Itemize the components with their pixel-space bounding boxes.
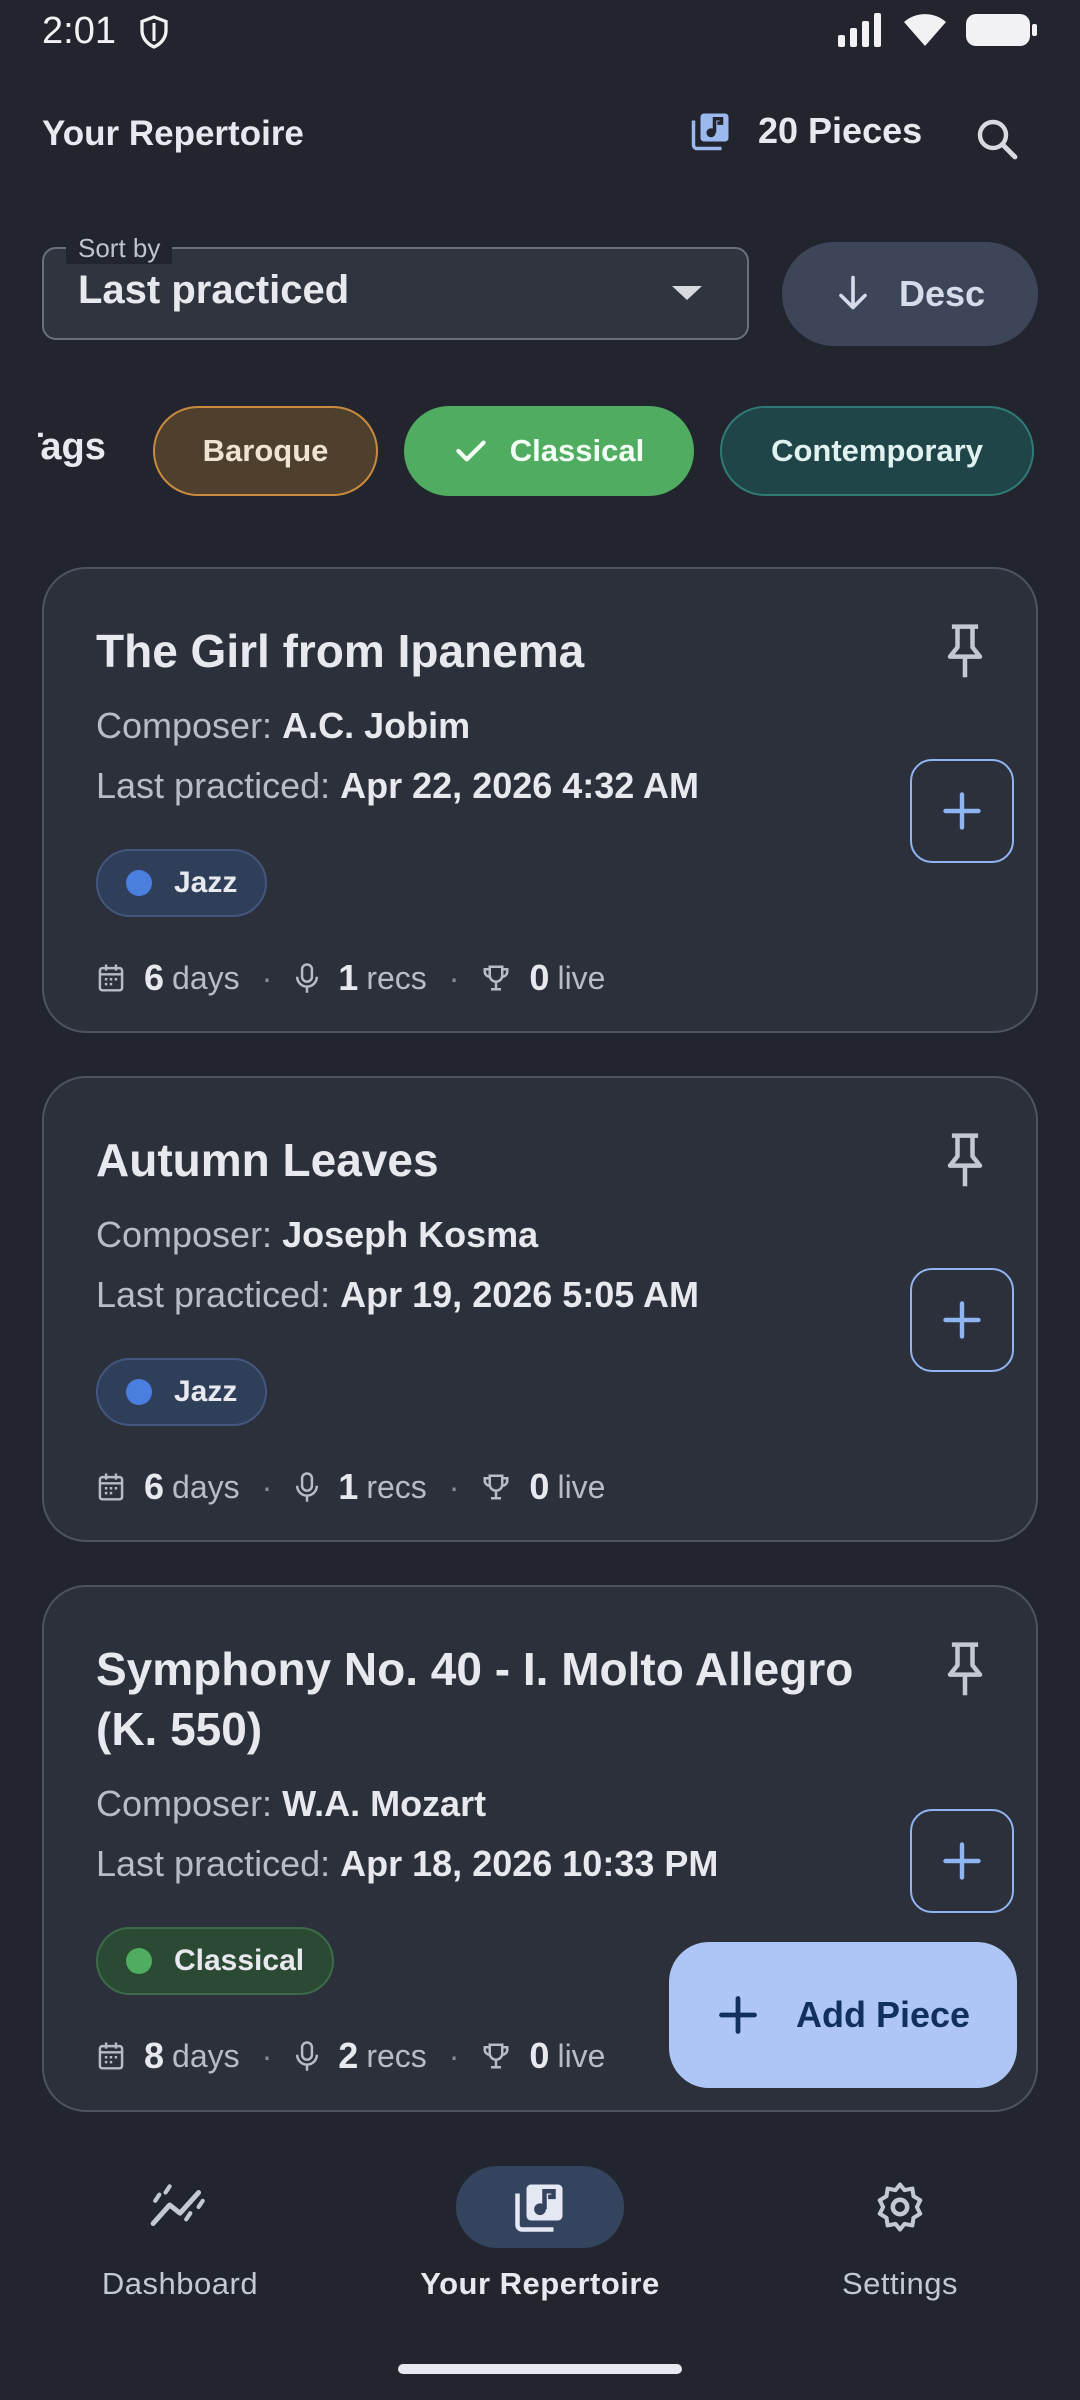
piece-title: Symphony No. 40 - I. Molto Allegro (K. 5…	[96, 1643, 854, 1755]
nav-label: Your Repertoire	[420, 2266, 660, 2301]
sort-value: Last practiced	[78, 268, 350, 312]
piece-tag: Jazz	[96, 1358, 268, 1426]
piece-tag: Jazz	[96, 849, 268, 917]
log-practice-button[interactable]	[910, 1809, 1014, 1913]
nav-label: Dashboard	[101, 2266, 259, 2301]
piece-stats: 6 days · 1 recs · 0 live	[96, 1466, 605, 1508]
piece-stats: 8 days · 2 recs · 0 live	[96, 2035, 605, 2077]
last-practiced-line: Last practiced: Apr 19, 2026 5:05 AM	[96, 1274, 699, 1315]
signal-icon	[838, 13, 881, 47]
chip-label: Contemporary	[771, 433, 983, 468]
pin-icon[interactable]	[942, 1130, 988, 1190]
pin-icon[interactable]	[942, 621, 988, 681]
calendar-icon	[98, 964, 124, 992]
music-library-icon	[691, 113, 729, 151]
tag-chip-baroque[interactable]: Baroque	[153, 406, 378, 496]
last-practiced-line: Last practiced: Apr 18, 2026 10:33 PM	[96, 1843, 719, 1884]
add-piece-button[interactable]: Add Piece	[669, 1942, 1017, 2088]
piece-title: Autumn Leaves	[96, 1134, 439, 1186]
sort-order-button[interactable]: Desc	[782, 242, 1038, 346]
home-indicator[interactable]	[398, 2364, 682, 2374]
gear-icon	[877, 2182, 923, 2232]
nav-item-settings[interactable]: Settings	[750, 2166, 1050, 2302]
microphone-icon	[296, 963, 319, 993]
trophy-icon	[483, 1474, 509, 1500]
pin-icon[interactable]	[942, 1639, 988, 1699]
tag-chip-classical[interactable]: Classical	[404, 406, 694, 496]
status-indicators	[838, 12, 1038, 48]
sort-label: Sort by	[66, 233, 173, 264]
search-icon	[977, 119, 1018, 160]
plus-icon	[943, 792, 981, 830]
status-time: 2:01	[42, 10, 116, 52]
nav-item-repertoire[interactable]: Your Repertoire	[390, 2166, 690, 2302]
calendar-icon	[98, 1473, 124, 1501]
add-piece-label: Add Piece	[795, 1994, 971, 2035]
tags-label: Tags	[20, 426, 106, 468]
microphone-icon	[296, 1472, 319, 1502]
composer-line: Composer: Joseph Kosma	[96, 1214, 539, 1255]
music-library-icon	[515, 2184, 563, 2232]
dropdown-caret-icon	[672, 286, 702, 300]
composer-line: Composer: A.C. Jobim	[96, 705, 471, 746]
composer-line: Composer: W.A. Mozart	[96, 1783, 487, 1824]
nav-item-dashboard[interactable]: Dashboard	[30, 2166, 330, 2302]
piece-title: The Girl from Ipanema	[96, 625, 585, 677]
composer-name: W.A. Mozart	[282, 1783, 487, 1824]
log-practice-button[interactable]	[910, 1268, 1014, 1372]
sort-order-label: Desc	[898, 273, 986, 314]
plus-icon	[943, 1842, 981, 1880]
pieces-count: 20 Pieces	[758, 110, 923, 151]
pieces-counter: 20 Pieces	[690, 110, 922, 152]
tag-dot	[126, 1948, 152, 1974]
tag-dot	[126, 1379, 152, 1405]
microphone-icon	[296, 2041, 319, 2071]
chart-line-icon	[150, 2184, 205, 2227]
last-practiced-line: Last practiced: Apr 22, 2026 4:32 AM	[96, 765, 699, 806]
composer-name: Joseph Kosma	[282, 1214, 539, 1255]
nav-label: Settings	[841, 2266, 958, 2301]
piece-stats: 6 days · 1 recs · 0 live	[96, 957, 605, 999]
wifi-icon	[904, 14, 946, 46]
last-practiced-date: Apr 19, 2026 5:05 AM	[340, 1274, 699, 1315]
chip-label: Classical	[509, 433, 645, 468]
calendar-icon	[98, 2042, 124, 2070]
last-practiced-date: Apr 18, 2026 10:33 PM	[340, 1843, 719, 1884]
check-icon	[456, 440, 486, 462]
plus-icon	[719, 1996, 757, 2034]
log-practice-button[interactable]	[910, 759, 1014, 863]
trophy-icon	[483, 965, 509, 991]
piece-card[interactable]: Autumn Leaves Composer: Joseph Kosma Las…	[42, 1076, 1038, 1542]
shield-icon	[140, 15, 168, 49]
tag-dot	[126, 870, 152, 896]
composer-name: A.C. Jobim	[282, 705, 471, 746]
piece-tag: Classical	[96, 1927, 335, 1995]
plus-icon	[943, 1301, 981, 1339]
last-practiced-date: Apr 22, 2026 4:32 AM	[340, 765, 699, 806]
piece-card[interactable]: The Girl from Ipanema Composer: A.C. Job…	[42, 567, 1038, 1033]
battery-icon	[966, 14, 1037, 46]
trophy-icon	[483, 2043, 509, 2069]
page-title: Your Repertoire	[42, 114, 304, 153]
chip-label: Baroque	[202, 433, 329, 468]
search-button[interactable]	[966, 108, 1028, 170]
arrow-down-icon	[839, 275, 867, 310]
tag-chip-contemporary[interactable]: Contemporary	[720, 406, 1034, 496]
